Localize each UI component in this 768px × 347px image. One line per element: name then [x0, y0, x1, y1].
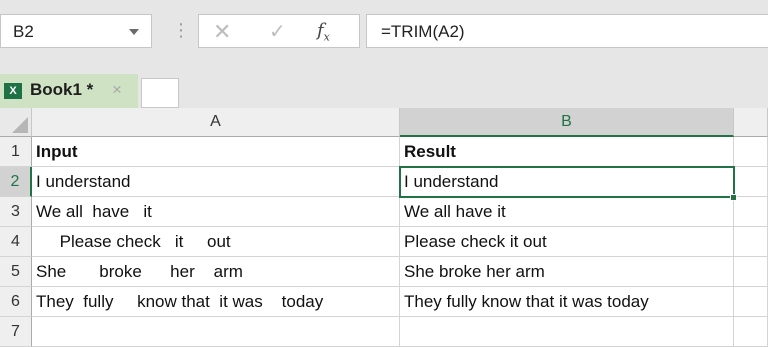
column-header-c[interactable]: [734, 108, 768, 137]
spreadsheet-grid: A B 1 Input Result 2 I understand I understan…: [0, 108, 768, 347]
cell-b6[interactable]: They fully know that it was today: [400, 287, 734, 317]
cell-a4[interactable]: Please check it out: [32, 227, 400, 257]
select-all-button[interactable]: [0, 108, 32, 137]
cell-c2[interactable]: [734, 167, 768, 197]
cell-b5[interactable]: She broke her arm: [400, 257, 734, 287]
new-tab-button[interactable]: [141, 78, 179, 108]
row-header-1[interactable]: 1: [0, 137, 32, 167]
insert-function-icon[interactable]: fx: [317, 20, 330, 44]
cell-c6[interactable]: [734, 287, 768, 317]
cell-a7[interactable]: [32, 317, 400, 347]
workbook-tab-strip: X Book1 * ×: [0, 66, 768, 108]
cancel-x-icon[interactable]: ✕: [213, 19, 231, 45]
row-header-5[interactable]: 5: [0, 257, 32, 287]
cell-c4[interactable]: [734, 227, 768, 257]
cell-c1[interactable]: [734, 137, 768, 167]
cell-a5[interactable]: She broke her arm: [32, 257, 400, 287]
enter-checkmark-icon[interactable]: ✓: [269, 19, 286, 44]
cell-b2[interactable]: I understand: [400, 167, 734, 197]
column-header-b[interactable]: B: [400, 108, 734, 137]
vertical-dots-icon: ⋮: [172, 20, 190, 40]
close-icon[interactable]: ×: [112, 80, 122, 100]
cell-a6[interactable]: They fully know that it was today: [32, 287, 400, 317]
fill-handle[interactable]: [730, 194, 737, 201]
formula-controls: ✕ ✓ fx: [198, 14, 360, 48]
cell-c5[interactable]: [734, 257, 768, 287]
formula-bar: B2 ⋮ ✕ ✓ fx =TRIM(A2): [0, 0, 768, 66]
tab-book1[interactable]: X Book1 * ×: [0, 74, 138, 108]
name-box-value: B2: [13, 22, 34, 41]
select-all-triangle-icon: [12, 117, 28, 133]
formula-text: =TRIM(A2): [381, 22, 465, 41]
name-box[interactable]: B2: [0, 14, 152, 48]
row-header-2[interactable]: 2: [0, 167, 32, 197]
row-header-4[interactable]: 4: [0, 227, 32, 257]
cell-c7[interactable]: [734, 317, 768, 347]
excel-file-icon: X: [4, 83, 22, 99]
cell-b3[interactable]: We all have it: [400, 197, 734, 227]
cell-b4[interactable]: Please check it out: [400, 227, 734, 257]
tab-label: Book1 *: [30, 80, 94, 99]
row-header-3[interactable]: 3: [0, 197, 32, 227]
row-header-7[interactable]: 7: [0, 317, 32, 347]
formula-input[interactable]: =TRIM(A2): [366, 14, 768, 48]
row-header-6[interactable]: 6: [0, 287, 32, 317]
cell-c3[interactable]: [734, 197, 768, 227]
cell-b1[interactable]: Result: [400, 137, 734, 167]
cell-a3[interactable]: We all have it: [32, 197, 400, 227]
cell-b7[interactable]: [400, 317, 734, 347]
column-header-a[interactable]: A: [32, 108, 400, 137]
cell-a2[interactable]: I understand: [32, 167, 400, 197]
cell-a1[interactable]: Input: [32, 137, 400, 167]
chevron-down-icon[interactable]: [129, 29, 139, 35]
